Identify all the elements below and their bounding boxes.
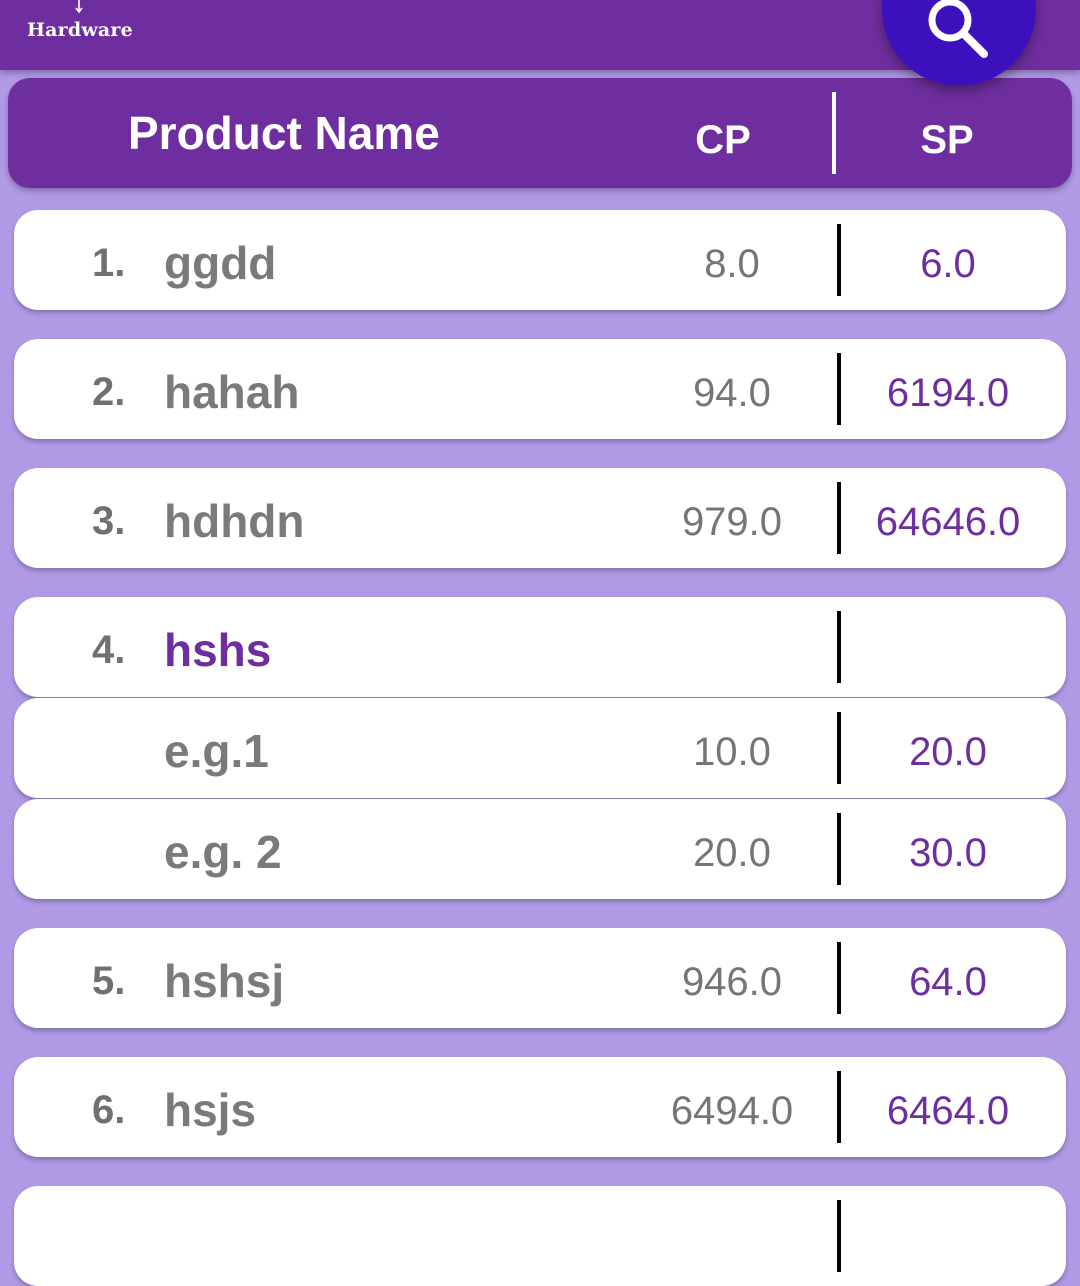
product-row[interactable]: [14, 1186, 1066, 1286]
row-index: 5.: [92, 959, 126, 1003]
selling-price: 30.0: [909, 831, 987, 875]
selling-price: 20.0: [909, 730, 987, 774]
column-divider: [837, 813, 841, 885]
product-variant-row[interactable]: e.g.1 10.0 20.0: [14, 698, 1066, 798]
product-row[interactable]: 2. hahah 94.0 6194.0: [14, 339, 1066, 439]
product-name: hshs: [164, 624, 272, 676]
row-index: 6.: [92, 1088, 126, 1132]
search-button[interactable]: [882, 0, 1036, 86]
selling-price: 6194.0: [886, 371, 1010, 415]
product-group-header[interactable]: 4. hshs: [14, 597, 1066, 697]
variant-name: e.g.1: [164, 725, 269, 777]
header-sp: SP: [920, 118, 974, 162]
logo-icon: [75, 0, 83, 14]
cost-price: 6494.0: [670, 1089, 794, 1133]
cost-price: 946.0: [681, 960, 783, 1004]
variant-name: e.g. 2: [164, 826, 282, 878]
row-index: 4.: [92, 628, 126, 672]
cost-price: 20.0: [693, 831, 771, 875]
logo-text: Hardware: [27, 19, 133, 41]
header-product-name: Product Name: [128, 107, 440, 159]
product-name: hsjs: [164, 1084, 257, 1136]
app-logo: Hardware: [27, 0, 137, 60]
column-divider: [837, 482, 841, 554]
product-row[interactable]: 3. hdhdn 979.0 64646.0: [14, 468, 1066, 568]
column-divider: [837, 1200, 841, 1272]
column-divider: [837, 353, 841, 425]
search-icon: [928, 0, 988, 58]
product-variant-row[interactable]: e.g. 2 20.0 30.0: [14, 799, 1066, 899]
selling-price: 64.0: [909, 960, 987, 1004]
product-name: ggdd: [164, 237, 277, 289]
column-divider: [837, 942, 841, 1014]
selling-price: 6464.0: [886, 1089, 1010, 1133]
header-divider: [832, 92, 836, 174]
cost-price: 10.0: [693, 730, 771, 774]
product-row[interactable]: 6. hsjs 6494.0 6464.0: [14, 1057, 1066, 1157]
header-cp: CP: [695, 118, 751, 162]
product-name: hahah: [164, 366, 300, 418]
column-divider: [837, 224, 841, 296]
product-name: hshsj: [164, 955, 285, 1007]
selling-price: 64646.0: [875, 500, 1021, 544]
cost-price: 8.0: [704, 242, 760, 286]
product-name: hdhdn: [164, 495, 305, 547]
column-divider: [837, 611, 841, 683]
selling-price: 6.0: [920, 242, 976, 286]
cost-price: 979.0: [681, 500, 783, 544]
cost-price: 94.0: [693, 371, 771, 415]
product-row[interactable]: 5. hshsj 946.0 64.0: [14, 928, 1066, 1028]
column-divider: [837, 1071, 841, 1143]
column-divider: [837, 712, 841, 784]
row-index: 3.: [92, 499, 126, 543]
table-header: Product Name CP SP: [8, 78, 1072, 188]
product-row[interactable]: 1. ggdd 8.0 6.0: [14, 210, 1066, 310]
row-index: 1.: [92, 241, 126, 285]
row-index: 2.: [92, 370, 126, 414]
